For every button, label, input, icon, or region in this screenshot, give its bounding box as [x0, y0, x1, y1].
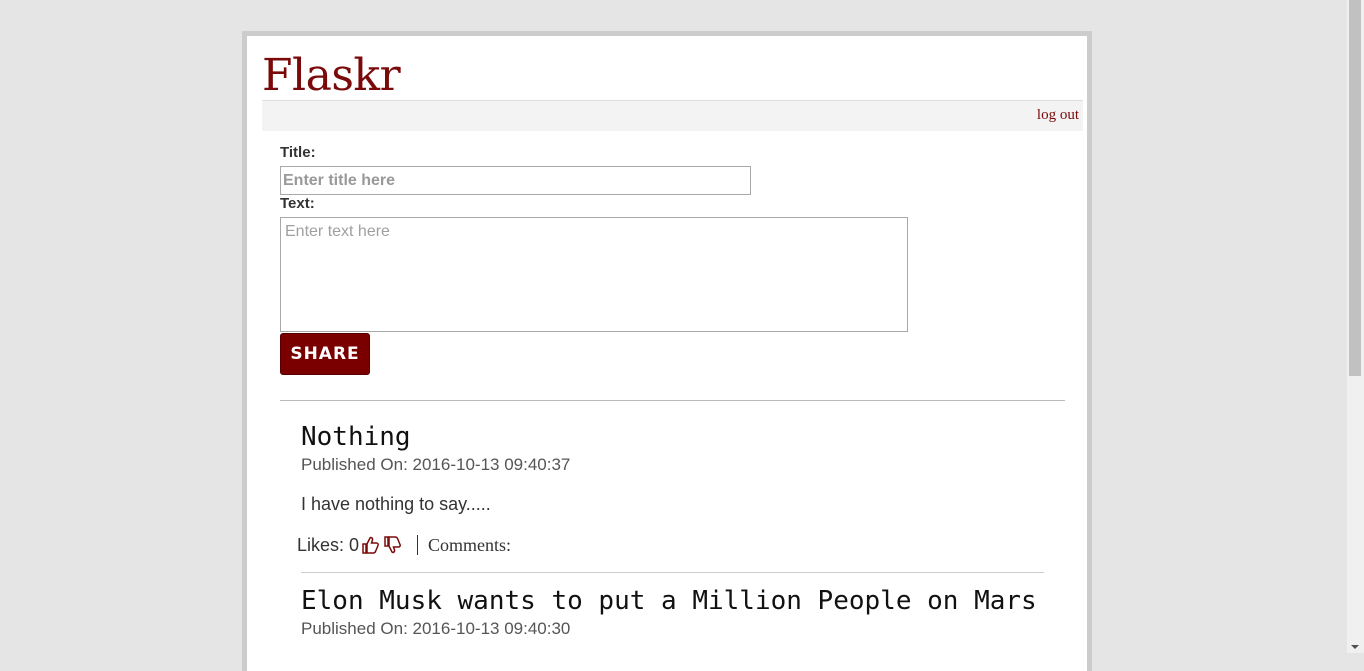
page-scrollbar[interactable] — [1347, 0, 1364, 653]
scroll-down-arrow-icon[interactable] — [1351, 645, 1359, 649]
metanav: log out — [262, 100, 1083, 131]
share-button[interactable]: SHARE — [280, 333, 370, 375]
actions-separator — [417, 535, 419, 555]
entry-item: Nothing Published On: 2016-10-13 09:40:3… — [297, 421, 1046, 573]
scrollbar-thumb[interactable] — [1349, 0, 1361, 376]
entry-item: Elon Musk wants to put a Million People … — [301, 585, 1046, 639]
page-container: Flaskr log out Title: Enter title here T… — [242, 31, 1092, 671]
text-input[interactable]: Enter text here — [280, 217, 908, 332]
entry-title: Elon Musk wants to put a Million People … — [301, 586, 1037, 616]
entry-title: Nothing — [301, 422, 411, 452]
entry-published: Published On: 2016-10-13 09:40:37 — [301, 455, 571, 474]
text-label: Text: — [280, 195, 315, 212]
thumbs-up-icon[interactable] — [361, 535, 381, 555]
likes-count: Likes: 0 — [297, 534, 360, 555]
app-title: Flaskr — [262, 50, 401, 101]
comments-link[interactable]: Comments: — [428, 535, 511, 556]
entry-divider — [301, 572, 1044, 573]
entry-actions: Likes: 0 Comments: — [297, 533, 1042, 557]
title-input[interactable]: Enter title here — [280, 166, 751, 195]
entry-text: I have nothing to say..... — [301, 494, 491, 514]
form-divider — [280, 400, 1065, 401]
logout-link[interactable]: log out — [1037, 107, 1079, 124]
thumbs-down-icon[interactable] — [383, 535, 403, 555]
entry-published: Published On: 2016-10-13 09:40:30 — [301, 619, 571, 638]
title-label: Title: — [280, 144, 316, 161]
